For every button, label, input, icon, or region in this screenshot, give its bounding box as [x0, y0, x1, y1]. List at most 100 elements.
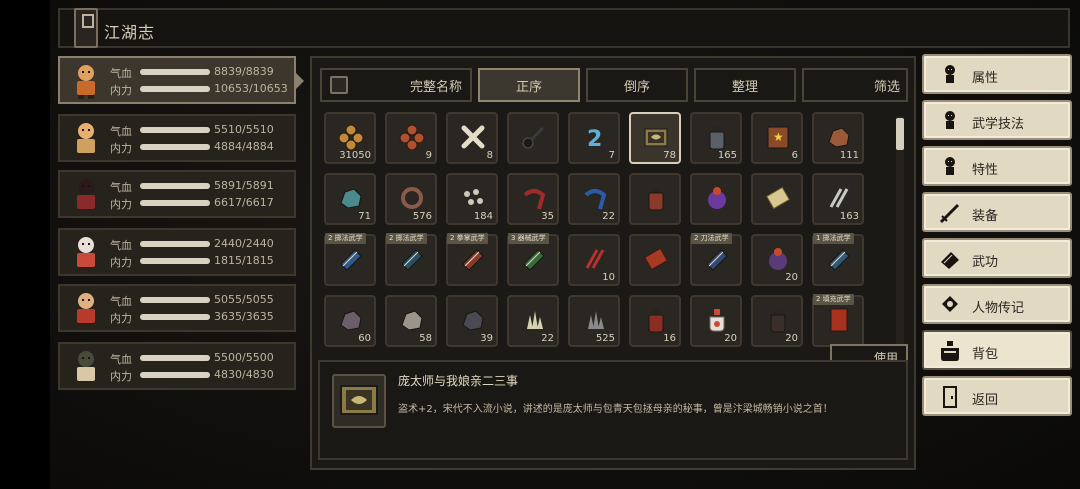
item-quantity: 163 — [839, 211, 859, 222]
red-book-icon — [826, 307, 852, 333]
item-category-tag: 2 掷法武学 — [386, 233, 427, 244]
hp-bar-fill — [140, 297, 210, 303]
inventory-slot[interactable]: 2 掷法武学 — [385, 233, 437, 286]
hp-row: 气血 5055/5055 — [108, 292, 294, 308]
selected-arrow-icon — [295, 72, 304, 90]
inventory-slot[interactable]: 71 — [324, 173, 376, 225]
fullname-toggle[interactable]: 完整名称 — [320, 68, 472, 102]
mp-value: 10653/10653 — [214, 82, 288, 95]
menu-label: 属性 — [972, 71, 999, 86]
character-card[interactable]: 气血 5510/5510 内力 4884/4884 — [58, 114, 296, 162]
grid-scrollbar[interactable] — [896, 116, 904, 346]
inventory-slot[interactable]: 8 — [446, 112, 498, 164]
filter-label: 筛选 — [873, 79, 900, 95]
inventory-slot[interactable]: 576 — [385, 173, 437, 225]
item-quantity: 22 — [602, 211, 615, 222]
feathers-icon — [826, 185, 852, 211]
menu-attributes[interactable]: 属性 — [922, 54, 1072, 94]
character-card[interactable]: 气血 5500/5500 内力 4830/4830 — [58, 342, 296, 390]
hp-label: 气血 — [110, 353, 132, 366]
inventory-slot[interactable]: 16 — [629, 295, 681, 347]
inventory-slot[interactable]: 78 — [629, 112, 681, 164]
stone-icon — [399, 307, 425, 333]
inventory-slot[interactable]: 111 — [812, 112, 864, 164]
fullname-checkbox[interactable] — [330, 76, 348, 94]
inventory-slot[interactable]: 525 — [568, 295, 620, 347]
sort-asc-button[interactable]: 正序 — [478, 68, 580, 102]
manual-book-icon — [521, 246, 547, 272]
inventory-slot[interactable] — [629, 173, 681, 225]
inventory-slot[interactable]: 2 掷法武学 — [324, 233, 376, 286]
menu-traits[interactable]: 特性 — [922, 146, 1072, 186]
inventory-slot[interactable]: 22 — [507, 295, 559, 347]
filter-button[interactable]: 筛选 — [802, 68, 908, 102]
character-portrait — [68, 176, 104, 214]
menu-label: 武学技法 — [972, 117, 1025, 132]
hp-bar-fill — [140, 127, 210, 133]
inventory-slot[interactable] — [629, 234, 681, 286]
menu-martial-skills[interactable]: 武学技法 — [922, 100, 1072, 140]
character-card[interactable]: 气血 2440/2440 内力 1815/1815 — [58, 228, 296, 276]
hp-bar — [140, 183, 210, 189]
inventory-slot[interactable]: 163 — [812, 173, 864, 225]
mp-bar-fill — [140, 372, 210, 378]
hp-label: 气血 — [110, 67, 132, 80]
arrange-button[interactable]: 整理 — [694, 68, 796, 102]
title-bar: 江湖志 — [58, 8, 1070, 48]
inventory-slot[interactable]: 1 掷法武学 — [812, 233, 864, 286]
hp-row: 气血 5891/5891 — [108, 178, 294, 194]
inventory-slot[interactable]: 22 — [568, 173, 620, 225]
inventory-slot[interactable]: 2 7 — [568, 112, 620, 164]
inventory-slot[interactable]: 2 刀法武学 — [690, 233, 742, 286]
character-card[interactable]: 气血 8839/8839 内力 10653/10653 — [58, 56, 304, 104]
mp-bar — [140, 86, 210, 92]
inventory-slot[interactable]: 3 器械武学 — [507, 233, 559, 286]
inventory-slot[interactable] — [507, 112, 559, 164]
mp-label: 内力 — [110, 370, 132, 383]
inventory-slot[interactable]: 20 — [751, 295, 803, 347]
bag-icon — [938, 340, 962, 362]
inventory-slot[interactable] — [690, 173, 742, 225]
inventory-slot[interactable]: 31050 — [324, 112, 376, 164]
sort-desc-button[interactable]: 倒序 — [586, 68, 688, 102]
item-quantity: 9 — [425, 150, 432, 161]
item-quantity: 111 — [839, 150, 859, 161]
inventory-slot[interactable]: 184 — [446, 173, 498, 225]
hp-bar-fill — [140, 355, 210, 361]
inventory-slot[interactable] — [751, 173, 803, 225]
inventory-slot[interactable]: 20 — [751, 234, 803, 286]
hp-bar — [140, 69, 210, 75]
mp-bar-fill — [140, 200, 210, 206]
inventory-slot[interactable]: 39 — [446, 295, 498, 347]
menu-bag[interactable]: 背包 — [922, 330, 1072, 370]
menu-biography[interactable]: 人物传记 — [922, 284, 1072, 324]
red-herb-icon — [521, 185, 547, 211]
trait-person-icon — [938, 156, 962, 178]
menu-martial-arts[interactable]: 武功 — [922, 238, 1072, 278]
inventory-slot[interactable]: 2 拳掌武学 — [446, 233, 498, 286]
menu-label: 武功 — [972, 255, 999, 270]
menu-back[interactable]: 返回 — [922, 376, 1072, 416]
menu-equipment[interactable]: 装备 — [922, 192, 1072, 232]
inventory-slot[interactable]: 20 — [690, 295, 742, 347]
bone-icon — [460, 124, 486, 150]
inventory-slot[interactable]: 10 — [568, 234, 620, 286]
hp-bar-fill — [140, 69, 210, 75]
inventory-slot[interactable]: 58 — [385, 295, 437, 347]
mp-label: 内力 — [110, 84, 132, 97]
inventory-slot[interactable]: 2 填充武学 — [812, 294, 864, 347]
mp-row: 内力 4884/4884 — [108, 139, 294, 155]
inventory-slot[interactable]: ★ 6 — [751, 112, 803, 164]
scroll-thumb[interactable] — [896, 118, 904, 150]
mp-row: 内力 4830/4830 — [108, 367, 294, 383]
inventory-slot[interactable]: 165 — [690, 112, 742, 164]
character-card[interactable]: 气血 5055/5055 内力 3635/3635 — [58, 284, 296, 332]
manual-book-icon — [704, 246, 730, 272]
inventory-slot[interactable]: 9 — [385, 112, 437, 164]
hp-bar-fill — [140, 241, 210, 247]
menu-label: 返回 — [972, 393, 999, 408]
item-quantity: 6 — [791, 150, 798, 161]
inventory-slot[interactable]: 35 — [507, 173, 559, 225]
character-card[interactable]: 气血 5891/5891 内力 6617/6617 — [58, 170, 296, 218]
inventory-slot[interactable]: 60 — [324, 295, 376, 347]
